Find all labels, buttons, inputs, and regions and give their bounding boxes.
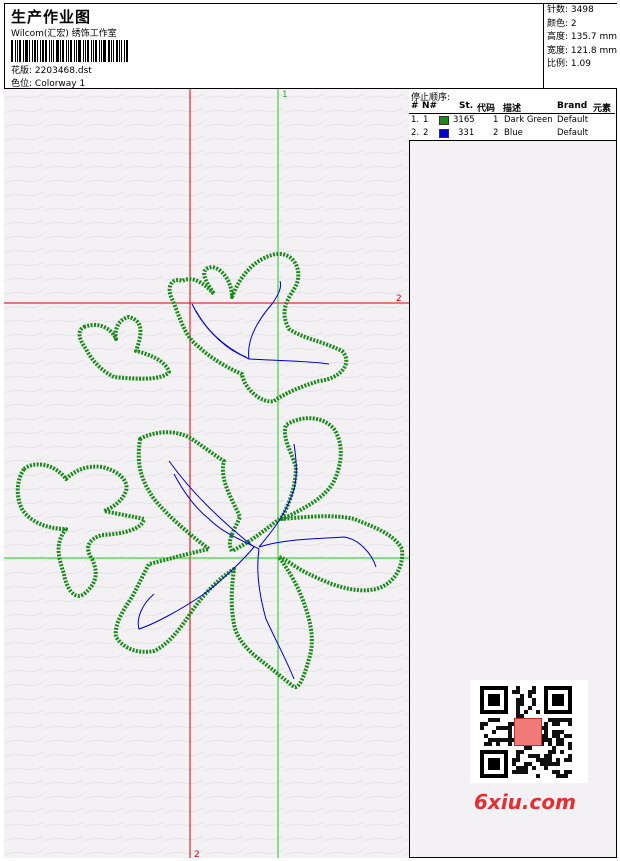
- red-guide-label-bottom: 2: [194, 850, 200, 858]
- row-desc: Blue: [504, 128, 523, 138]
- page-title: 生产作业图: [11, 8, 92, 26]
- design-label: 花版:: [11, 66, 33, 76]
- table-row: 2. 2 331 2 Blue Default: [409, 128, 615, 140]
- embroidery-preview: 1 2 2: [4, 89, 409, 858]
- stitch-count: 针数: 3498: [547, 5, 594, 15]
- stop-sequence-header: # N# St. 代码 描述 Brand 元素: [409, 101, 615, 114]
- row-code: 1: [493, 115, 499, 125]
- stats-box: 针数: 3498 颜色: 2 高度: 135.7 mm 宽度: 121.8 mm…: [543, 4, 618, 90]
- watermark-brand: 6xiu.com: [474, 790, 576, 814]
- color-count: 颜色: 2: [547, 18, 577, 29]
- col-header-num: #: [411, 101, 419, 111]
- table-row: 1. 1 3165 1 Dark Green Default: [409, 115, 615, 127]
- stop-sequence-panel: 停止顺序: # N# St. 代码 描述 Brand 元素 1. 1 3165 …: [409, 88, 617, 141]
- studio-name: Wilcom(汇宏) 绣饰工作室: [11, 29, 117, 39]
- row-num: 1.: [411, 115, 420, 125]
- col-header-desc: 描述: [503, 104, 522, 114]
- design-row: 花版: 2203468.dst: [11, 63, 92, 76]
- row-stitches: 331: [458, 128, 475, 138]
- row-code: 2: [493, 128, 499, 138]
- design-width: 宽度: 121.8 mm: [547, 45, 618, 56]
- row-num: 2.: [411, 128, 420, 138]
- qr-logo-icon: [514, 718, 542, 746]
- design-value: 2203468.dst: [34, 66, 92, 76]
- red-guide-label-right: 2: [396, 294, 402, 304]
- design-height: 高度: 135.7 mm: [547, 32, 618, 42]
- col-header-stitches: St.: [459, 101, 474, 111]
- green-guide-label: 1: [282, 90, 288, 100]
- col-header-n: N#: [422, 101, 438, 111]
- col-header-code: 代码: [477, 104, 496, 114]
- header: 生产作业图 Wilcom(汇宏) 绣饰工作室 花版: 2203468.dst 色…: [4, 3, 618, 90]
- col-header-element: 元素: [593, 104, 612, 114]
- design-canvas: 1 2 2: [4, 88, 410, 858]
- row-desc: Dark Green: [504, 115, 553, 125]
- barcode: [11, 40, 146, 62]
- qr-code: [470, 680, 588, 783]
- scale-ratio: 比例: 1.09: [547, 59, 591, 69]
- row-stitches: 3165: [453, 115, 475, 125]
- row-brand: Default: [557, 128, 589, 138]
- col-header-brand: Brand: [557, 101, 588, 111]
- row-n: 2: [423, 128, 429, 138]
- row-n: 1: [423, 115, 429, 125]
- row-brand: Default: [557, 115, 589, 125]
